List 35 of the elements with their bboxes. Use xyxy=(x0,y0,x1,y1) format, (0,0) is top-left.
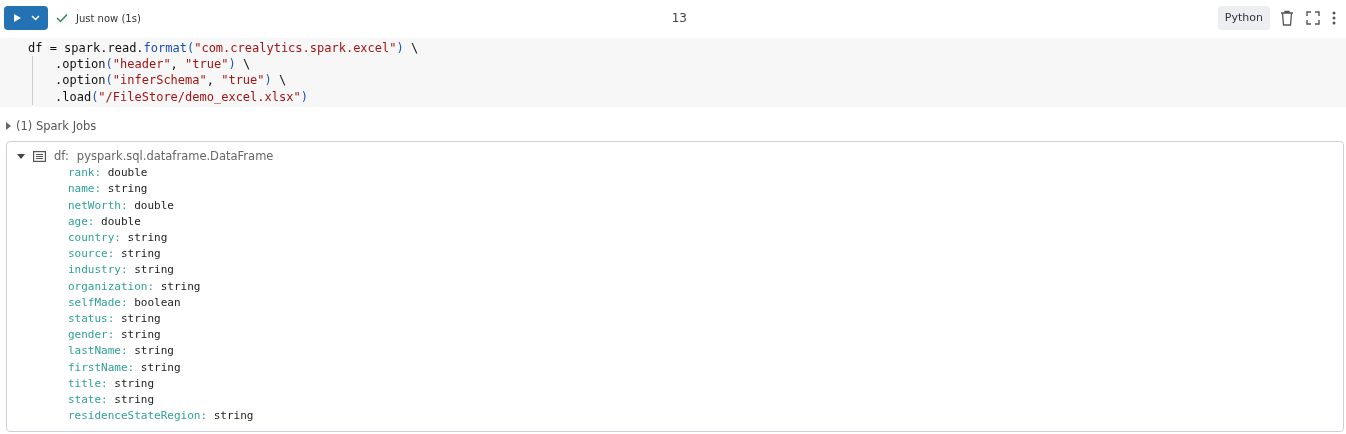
variable-name: df: xyxy=(54,148,69,165)
chevron-down-icon xyxy=(30,15,40,21)
schema-field: organization: string xyxy=(68,278,1333,295)
schema-field: gender: string xyxy=(68,327,1333,344)
schema-field: source: string xyxy=(68,246,1333,263)
schema-field: country: string xyxy=(68,230,1333,247)
code-line: df = spark.read.format("com.crealytics.spark.excel") \ xyxy=(28,40,420,57)
schema-field: netWorth: double xyxy=(68,197,1333,214)
schema-field: firstName: string xyxy=(68,359,1333,376)
code-line: .load("/FileStore/demo_excel.xlsx") xyxy=(32,88,1346,105)
dataframe-type: pyspark.sql.dataframe.DataFrame xyxy=(76,148,274,165)
expand-icon[interactable] xyxy=(6,122,12,131)
collapse-icon[interactable] xyxy=(17,153,25,160)
table-icon xyxy=(33,151,46,163)
more-icon[interactable] xyxy=(1332,11,1336,25)
schema-field: age: double xyxy=(68,213,1333,231)
run-button[interactable] xyxy=(4,6,48,30)
schema-field: name: string xyxy=(68,181,1333,198)
code-line: .option("header", "true") \ xyxy=(32,56,1346,73)
schema-field: residenceStateRegion: string xyxy=(68,408,1333,425)
schema-field: industry: string xyxy=(68,262,1333,279)
trash-icon[interactable] xyxy=(1280,10,1294,26)
schema-field: title: string xyxy=(68,375,1333,393)
play-icon xyxy=(12,13,22,23)
code-line: .option("inferSchema", "true") \ xyxy=(32,72,1346,89)
schema-field: lastName: string xyxy=(68,343,1333,360)
cell-number: 13 xyxy=(671,11,687,25)
fullscreen-icon[interactable] xyxy=(1306,11,1320,25)
schema-field: rank: double xyxy=(68,165,1333,182)
language-button[interactable]: Python xyxy=(1217,5,1270,31)
schema-field: status: string xyxy=(68,311,1333,328)
spark-jobs-toggle[interactable]: (1) Spark Jobs xyxy=(16,117,97,135)
schema-field: state: string xyxy=(68,392,1333,409)
run-status: Just now (1s) xyxy=(76,11,141,26)
schema-field: selfMade: boolean xyxy=(68,294,1333,312)
